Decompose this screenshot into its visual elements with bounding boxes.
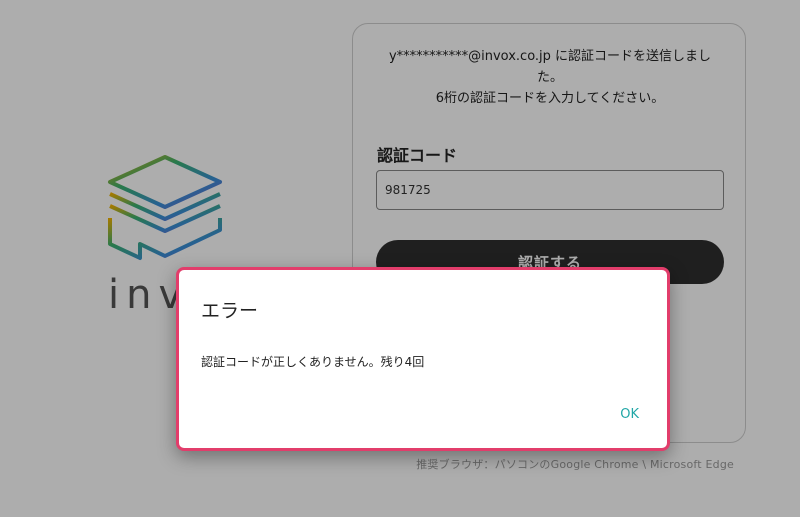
ok-button[interactable]: OK (614, 403, 645, 426)
error-dialog: エラー 認証コードが正しくありません。残り4回 OK (176, 267, 670, 451)
dialog-message: 認証コードが正しくありません。残り4回 (201, 355, 425, 369)
dialog-title: エラー (201, 300, 259, 322)
